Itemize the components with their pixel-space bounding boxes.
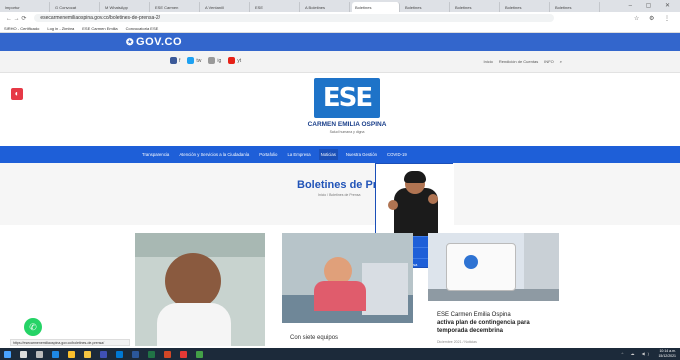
photo-person xyxy=(165,253,221,309)
top-nav-info[interactable]: INFO xyxy=(544,59,554,64)
browser-tab[interactable]: G Convocat xyxy=(52,2,100,12)
youtube-icon xyxy=(228,57,236,64)
browser-tab[interactable]: Boletines xyxy=(402,2,450,12)
news-card-image[interactable] xyxy=(135,233,265,346)
app-icon[interactable] xyxy=(196,350,203,358)
chrome-icon[interactable] xyxy=(68,350,75,358)
bookmarks-bar: SIRHO - Certificado Log in - Zimbra ESE … xyxy=(0,24,680,33)
news-card-image[interactable] xyxy=(282,233,413,323)
browser-tab[interactable]: Boletines xyxy=(452,2,500,12)
news-card-title[interactable]: ESE Carmen Emilia Ospina activa plan de c… xyxy=(437,311,562,335)
nav-item-atencion[interactable]: Atención y Servicios a la Ciudadanía xyxy=(177,149,251,160)
system-tray[interactable]: ^ ☁ ◀) xyxy=(621,351,652,356)
extensions-icons[interactable]: ☆ ⚙ ⋮ xyxy=(634,15,674,22)
interpreter-hand xyxy=(428,194,438,204)
explorer-icon[interactable] xyxy=(84,350,91,358)
whatsapp-icon: ✆ xyxy=(29,321,37,332)
powerpoint-icon[interactable] xyxy=(164,350,171,358)
gov-bar: ✪ GOV.CO xyxy=(0,33,680,51)
mail-icon[interactable] xyxy=(116,350,123,358)
news-card-date: Diciembre 2021 / Noticias xyxy=(437,340,477,344)
nav-item-gestion[interactable]: Nuestra Gestión xyxy=(344,149,379,160)
social-bar: f tw ig yt Inicio Rendición de Cuentas I… xyxy=(0,51,680,73)
main-nav: Transparencia Atención y Servicios a la … xyxy=(0,146,680,163)
browser-tab-bar: lmportur G Convocat M WhatsApp ESE Carme… xyxy=(0,0,680,12)
word-icon[interactable] xyxy=(132,350,139,358)
bookmark-item[interactable]: SIRHO - Certificado xyxy=(4,26,39,31)
browser-tab[interactable]: M WhatsApp xyxy=(102,2,150,12)
excel-icon[interactable] xyxy=(148,350,155,358)
window-controls[interactable]: – ▢ ✕ xyxy=(629,2,676,9)
taskbar-clock[interactable]: 10:14 a.m. 15/12/2021 xyxy=(658,349,676,359)
twitter-link[interactable]: tw xyxy=(187,57,201,64)
address-bar: ← → ⟳ esecarmenemiliaospina.gov.co/bolet… xyxy=(0,12,680,24)
windows-taskbar: ^ ☁ ◀) 10:14 a.m. 15/12/2021 xyxy=(0,348,680,360)
photo-coat xyxy=(157,303,231,346)
back-forward-icons[interactable]: ← → ⟳ xyxy=(6,15,26,22)
site-logo[interactable]: ESE CARMEN EMILIA OSPINA Salud humana y … xyxy=(298,78,396,142)
nav-item-transparencia[interactable]: Transparencia xyxy=(140,149,171,160)
page-title: Boletines de Pr xyxy=(297,179,378,191)
interpreter-hand xyxy=(388,200,398,210)
top-nav-home[interactable]: Inicio xyxy=(483,59,492,64)
status-url: https://esecarmenemiliaospina.gov.co/bol… xyxy=(10,339,130,346)
photo-emblem xyxy=(464,255,478,269)
url-input[interactable]: esecarmenemiliaospina.gov.co/boletines-d… xyxy=(34,14,555,22)
search-icon[interactable]: ⌕ xyxy=(560,59,562,64)
top-nav: Inicio Rendición de Cuentas INFO ⌕ xyxy=(483,59,562,64)
photo-ambulance xyxy=(446,243,516,291)
sign-language-interpreter xyxy=(376,164,454,236)
logo-mark: ESE xyxy=(314,78,380,118)
news-card-image[interactable] xyxy=(428,233,559,301)
facebook-link[interactable]: f xyxy=(170,57,180,64)
photo-shirt xyxy=(314,281,366,311)
edge-icon[interactable] xyxy=(52,350,59,358)
gov-star-icon: ✪ xyxy=(126,37,135,47)
whatsapp-button[interactable]: ✆ xyxy=(24,318,42,336)
photo-bed xyxy=(362,263,408,315)
store-icon[interactable] xyxy=(100,350,107,358)
logo-tagline: Salud humana y digna xyxy=(329,130,365,134)
bookmark-item[interactable]: Convocatoria ESE xyxy=(126,26,159,31)
top-nav-rendicion[interactable]: Rendición de Cuentas xyxy=(499,59,538,64)
youtube-link[interactable]: yt xyxy=(228,57,241,64)
page-hero: Boletines de Pr Inicio / Boletines de Pr… xyxy=(0,163,680,225)
nav-item-covid[interactable]: COVID-19 xyxy=(385,149,409,160)
nav-item-noticias[interactable]: Noticias xyxy=(318,149,338,160)
instagram-icon xyxy=(208,57,216,64)
search-icon[interactable] xyxy=(20,350,27,358)
browser-tab[interactable]: ESE xyxy=(252,2,300,12)
nav-item-empresa[interactable]: La Empresa xyxy=(285,149,312,160)
twitter-icon xyxy=(187,57,195,64)
facebook-icon xyxy=(170,57,177,64)
gov-co-logo[interactable]: ✪ GOV.CO xyxy=(126,36,182,48)
accessibility-button[interactable]: ◐ xyxy=(11,88,23,100)
browser-tab[interactable]: lmportur xyxy=(2,2,50,12)
news-card-caption[interactable]: Con siete equipos xyxy=(290,335,338,341)
task-view-icon[interactable] xyxy=(36,350,43,358)
browser-tab[interactable]: Boletines xyxy=(552,2,600,12)
windows-start-icon[interactable] xyxy=(4,350,11,358)
browser-tab[interactable]: A Ventanill xyxy=(202,2,250,12)
nav-item-portafolio[interactable]: Portafolio xyxy=(257,149,279,160)
browser-tab-active[interactable]: Boletines xyxy=(352,2,400,12)
browser-tab[interactable]: Boletines xyxy=(502,2,550,12)
logo-name: CARMEN EMILIA OSPINA xyxy=(307,121,387,128)
app-icon[interactable] xyxy=(180,350,187,358)
photo-building xyxy=(524,233,559,291)
bookmark-item[interactable]: Log in - Zimbra xyxy=(47,26,74,31)
browser-tab[interactable]: ESE Carmen xyxy=(152,2,200,12)
social-links: f tw ig yt xyxy=(170,57,241,64)
instagram-link[interactable]: ig xyxy=(208,57,221,64)
bookmark-item[interactable]: ESE Carmen Emilia xyxy=(82,26,117,31)
breadcrumb[interactable]: Inicio / Boletines de Prensa xyxy=(318,193,360,197)
browser-tab[interactable]: A Boletines xyxy=(302,2,350,12)
interpreter-hair xyxy=(404,171,426,183)
